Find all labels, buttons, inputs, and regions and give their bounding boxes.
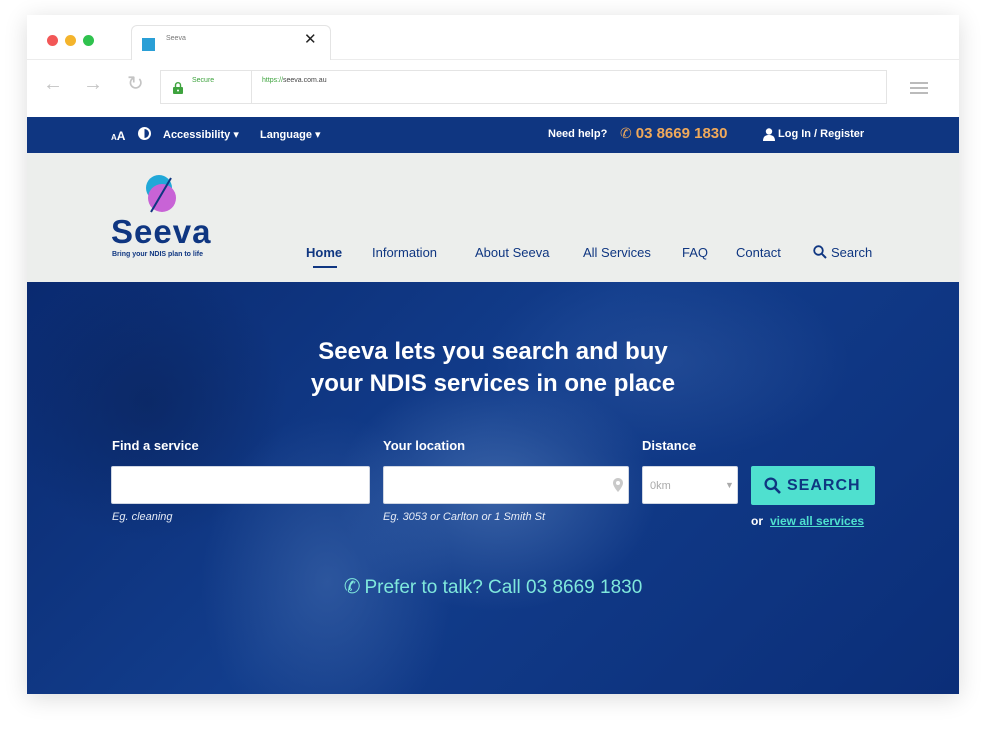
- seeva-logo-icon[interactable]: [144, 174, 178, 216]
- minimize-window-button[interactable]: [65, 35, 76, 46]
- nav-about-seeva[interactable]: About Seeva: [475, 245, 549, 260]
- phone-icon: ✆: [620, 125, 632, 141]
- hero-title-line-1: Seeva lets you search and buy: [318, 338, 668, 365]
- tab-strip: Seeva ✕: [27, 15, 959, 61]
- nav-active-indicator: [313, 266, 337, 268]
- find-service-hint: Eg. cleaning: [112, 511, 173, 523]
- address-bar[interactable]: Secure https://seeva.com.au: [160, 70, 887, 104]
- lock-icon: [173, 82, 183, 94]
- browser-toolbar: ← → ↻ Secure https://seeva.com.au: [27, 60, 959, 117]
- phone-link[interactable]: ✆ 03 8669 1830: [620, 125, 728, 142]
- login-register-link[interactable]: Log In / Register: [778, 128, 864, 140]
- hero-search-section: Seeva lets you search and buy your NDIS …: [27, 282, 959, 694]
- language-menu[interactable]: Language ▾: [260, 128, 321, 141]
- logo-text[interactable]: Seeva: [111, 213, 211, 251]
- call-prompt[interactable]: ✆ Prefer to talk? Call 03 8669 1830: [27, 574, 959, 599]
- nav-home[interactable]: Home: [306, 245, 342, 260]
- location-label: Your location: [383, 438, 466, 453]
- search-icon: [764, 477, 781, 494]
- close-window-button[interactable]: [47, 35, 58, 46]
- location-hint: Eg. 3053 or Carlton or 1 Smith St: [383, 511, 546, 523]
- search-button[interactable]: SEARCH: [751, 466, 875, 505]
- url-text[interactable]: https://seeva.com.au: [262, 77, 327, 84]
- need-help-label: Need help?: [548, 128, 608, 140]
- user-icon: [763, 128, 775, 141]
- reload-icon[interactable]: ↻: [127, 74, 144, 94]
- location-pin-icon: [613, 478, 623, 492]
- text-size-big: A: [116, 129, 126, 143]
- or-text: or: [751, 514, 763, 528]
- tab-close-icon[interactable]: ✕: [304, 32, 317, 47]
- search-button-label: SEARCH: [787, 477, 861, 494]
- hero-title-line-2: your NDIS services in one place: [310, 370, 676, 397]
- nav-search[interactable]: Search: [831, 245, 872, 260]
- nav-contact[interactable]: Contact: [736, 245, 781, 260]
- url-host: seeva.com.au: [283, 77, 327, 84]
- favicon-icon: [142, 38, 155, 51]
- nav-all-services[interactable]: All Services: [583, 245, 651, 260]
- browser-window: Seeva ✕ ← → ↻ Secure https://seeva.com.a…: [27, 15, 959, 694]
- hamburger-menu-icon[interactable]: [910, 82, 928, 94]
- distance-select[interactable]: 0km ▼: [642, 466, 738, 504]
- secure-label: Secure: [192, 77, 215, 84]
- search-icon[interactable]: [813, 245, 827, 259]
- location-input[interactable]: [383, 466, 629, 504]
- phone-icon: ✆: [343, 576, 361, 598]
- site-header: Seeva Bring your NDIS plan to life Home …: [27, 153, 959, 282]
- distance-label: Distance: [642, 438, 697, 453]
- forward-arrow-icon[interactable]: →: [83, 74, 103, 94]
- call-prompt-text: Prefer to talk? Call 03 8669 1830: [364, 577, 643, 598]
- chevron-down-icon: ▼: [725, 480, 734, 490]
- find-service-label: Find a service: [112, 438, 199, 453]
- find-service-input[interactable]: [111, 466, 370, 504]
- back-arrow-icon[interactable]: ←: [43, 74, 63, 94]
- tab-title: Seeva: [166, 35, 186, 42]
- site-utility-bar: AA Accessibility ▾ Language ▾ Need help?…: [27, 117, 959, 153]
- nav-information[interactable]: Information: [372, 245, 437, 260]
- distance-value: 0km: [650, 480, 671, 492]
- contrast-icon[interactable]: [138, 127, 151, 140]
- url-scheme: https://: [262, 77, 284, 84]
- accessibility-menu[interactable]: Accessibility ▾: [163, 128, 239, 141]
- logo-tagline: Bring your NDIS plan to life: [112, 251, 204, 258]
- url-separator: [251, 71, 252, 103]
- phone-number: 03 8669 1830: [635, 125, 728, 142]
- nav-faq[interactable]: FAQ: [682, 245, 708, 260]
- text-size-toggle[interactable]: AA: [111, 127, 125, 145]
- maximize-window-button[interactable]: [83, 35, 94, 46]
- view-all-services-link[interactable]: view all services: [770, 514, 864, 528]
- browser-tab[interactable]: Seeva ✕: [131, 25, 331, 61]
